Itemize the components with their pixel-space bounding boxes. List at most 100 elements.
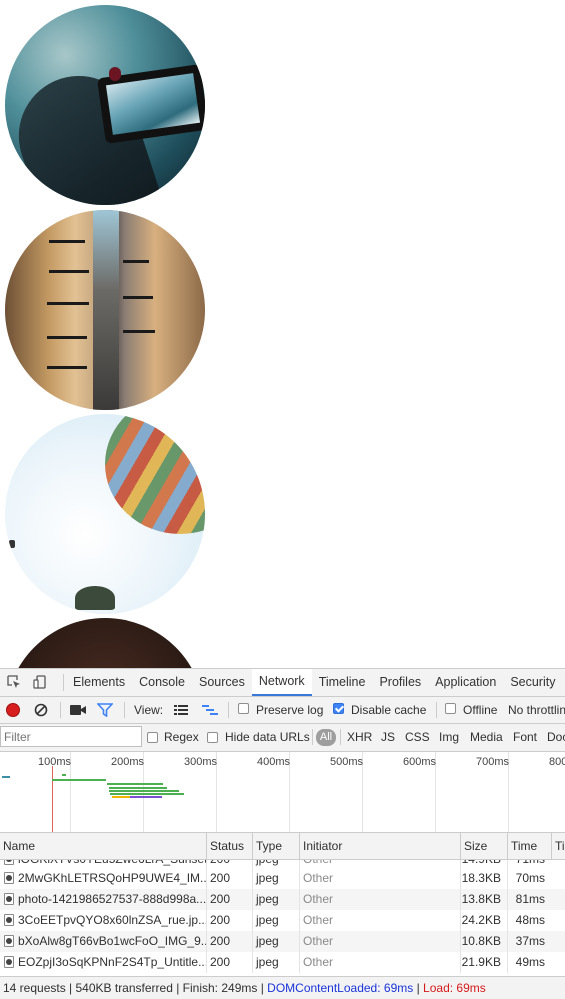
table-row[interactable]: 3CoEETpvQYO8x60lnZSA_rue.jp... 200 jpeg … [0, 910, 565, 931]
disable-cache-checkbox[interactable] [333, 703, 344, 714]
request-size: 24.2KB [460, 910, 507, 931]
filter-type-js[interactable]: JS [381, 724, 395, 751]
street-shape [93, 210, 119, 410]
table-row[interactable]: EOZpjI3oSqKPNnF2S4Tp_Untitle... 200 jpeg… [0, 952, 565, 973]
load-event-marker [52, 766, 53, 832]
request-initiator: Other [299, 952, 460, 973]
request-type: jpeg [252, 889, 299, 910]
disable-cache-label: Disable cache [351, 703, 427, 717]
table-row[interactable]: photo-1421986527537-888d998a... 200 jpeg… [0, 889, 565, 910]
filter-type-all[interactable]: All [316, 729, 336, 746]
request-name: bXoAlw8gT66vBo1wcFoO_IMG_9... [18, 934, 206, 948]
hide-data-urls-checkbox[interactable] [207, 732, 218, 743]
request-initiator: Other [299, 889, 460, 910]
tab-elements[interactable]: Elements [66, 669, 132, 696]
overview-tick-800ms: 800ms [549, 756, 565, 768]
tab-application[interactable]: Application [428, 669, 503, 696]
status-domcontentloaded: DOMContentLoaded: 69ms [267, 981, 414, 995]
request-initiator: Other [299, 910, 460, 931]
tab-security[interactable]: Security [503, 669, 562, 696]
inspect-element-icon[interactable] [7, 675, 21, 689]
table-row[interactable]: 2MwGKhLETRSQoHP9UWE4_IM... 200 jpeg Othe… [0, 868, 565, 889]
column-time[interactable]: Time [507, 833, 551, 859]
clear-icon[interactable] [34, 703, 48, 717]
throttling-select[interactable]: No throttling [508, 697, 565, 723]
request-type: jpeg [252, 910, 299, 931]
column-timeline[interactable]: Timeline [551, 833, 565, 859]
request-type: jpeg [252, 931, 299, 952]
requests-table-body: iOGKiXTVs0YEu5Zwe6LrA_Sunset... 200 jpeg… [0, 860, 565, 975]
request-initiator: Other [299, 868, 460, 889]
request-name: 3CoEETpvQYO8x60lnZSA_rue.jp... [18, 913, 206, 927]
devtools-tabbar: Elements Console Sources Network Timelin… [0, 669, 565, 697]
request-status: 200 [206, 931, 252, 952]
filter-type-doc[interactable]: Doc [547, 724, 565, 751]
tab-sources[interactable]: Sources [192, 669, 252, 696]
devtools-panel: Elements Console Sources Network Timelin… [0, 668, 565, 999]
circle-image-phone-photo [5, 5, 205, 205]
view-label: View: [134, 703, 164, 717]
request-status: 200 [206, 868, 252, 889]
filter-type-xhr[interactable]: XHR [347, 724, 372, 751]
offline-label: Offline [463, 703, 498, 717]
offline-checkbox[interactable] [445, 703, 456, 714]
preserve-log-checkbox[interactable] [238, 703, 249, 714]
record-button[interactable] [6, 703, 20, 717]
tab-console[interactable]: Console [132, 669, 192, 696]
tab-network[interactable]: Network [251, 669, 312, 696]
regex-checkbox[interactable] [147, 732, 158, 743]
network-status-bar: 14 requests | 540KB transferred | Finish… [0, 976, 565, 999]
tree-shape [75, 586, 115, 610]
overview-tick-400ms: 400ms [257, 756, 291, 768]
column-name[interactable]: Name [0, 833, 206, 859]
request-type: jpeg [252, 868, 299, 889]
overview-tick-700ms: 700ms [476, 756, 510, 768]
column-status[interactable]: Status [206, 833, 252, 859]
filter-input[interactable] [0, 726, 142, 747]
circle-image-partial [5, 618, 205, 668]
overview-tick-600ms: 600ms [403, 756, 437, 768]
request-size: 18.3KB [460, 868, 507, 889]
filter-type-css[interactable]: CSS [405, 724, 430, 751]
filter-type-img[interactable]: Img [439, 724, 459, 751]
tab-profiles[interactable]: Profiles [372, 669, 428, 696]
column-type[interactable]: Type [252, 833, 299, 859]
request-status: 200 [206, 889, 252, 910]
column-initiator[interactable]: Initiator [299, 833, 460, 859]
request-initiator: Other [299, 931, 460, 952]
devtools-tabs: Elements Console Sources Network Timelin… [66, 669, 562, 696]
waterfall-overview-icon[interactable] [202, 704, 218, 716]
filter-funnel-icon[interactable] [97, 703, 113, 717]
request-size: 21.9KB [460, 952, 507, 973]
screenshot-camera-icon[interactable] [70, 704, 86, 716]
filter-type-font[interactable]: Font [513, 724, 537, 751]
status-separator: | [413, 981, 424, 995]
tab-timeline[interactable]: Timeline [312, 669, 373, 696]
fingernail-shape [109, 67, 121, 81]
table-row[interactable]: bXoAlw8gT66vBo1wcFoO_IMG_9... 200 jpeg O… [0, 931, 565, 952]
network-toolbar: View: Preserve log Disable cache Offline… [0, 697, 565, 724]
overview-tick-200ms: 200ms [111, 756, 145, 768]
column-size[interactable]: Size [460, 833, 507, 859]
device-mode-icon[interactable] [33, 675, 47, 689]
status-summary: 14 requests | 540KB transferred | Finish… [3, 981, 268, 995]
request-status: 200 [206, 910, 252, 931]
balloon-shape [105, 414, 205, 534]
circle-image-balloon-photo [5, 414, 205, 614]
request-time: 49ms [507, 952, 551, 973]
network-overview-timeline[interactable]: 100ms 200ms 300ms 400ms 500ms 600ms 700m… [0, 752, 565, 833]
large-rows-icon[interactable] [174, 704, 188, 716]
request-time: 81ms [507, 889, 551, 910]
filter-type-media[interactable]: Media [470, 724, 503, 751]
overview-tick-300ms: 300ms [184, 756, 218, 768]
request-name: photo-1421986527537-888d998a... [18, 892, 206, 906]
circle-image-street-photo [5, 210, 205, 410]
status-load: Load: 69ms [423, 981, 486, 995]
overview-tick-500ms: 500ms [330, 756, 364, 768]
request-size: 10.8KB [460, 931, 507, 952]
request-status: 200 [206, 952, 252, 973]
request-time: 37ms [507, 931, 551, 952]
requests-table-header: Name Status Type Initiator Size Time Tim… [0, 833, 565, 860]
overview-tick-100ms: 100ms [38, 756, 72, 768]
hide-data-urls-label: Hide data URLs [225, 730, 310, 744]
